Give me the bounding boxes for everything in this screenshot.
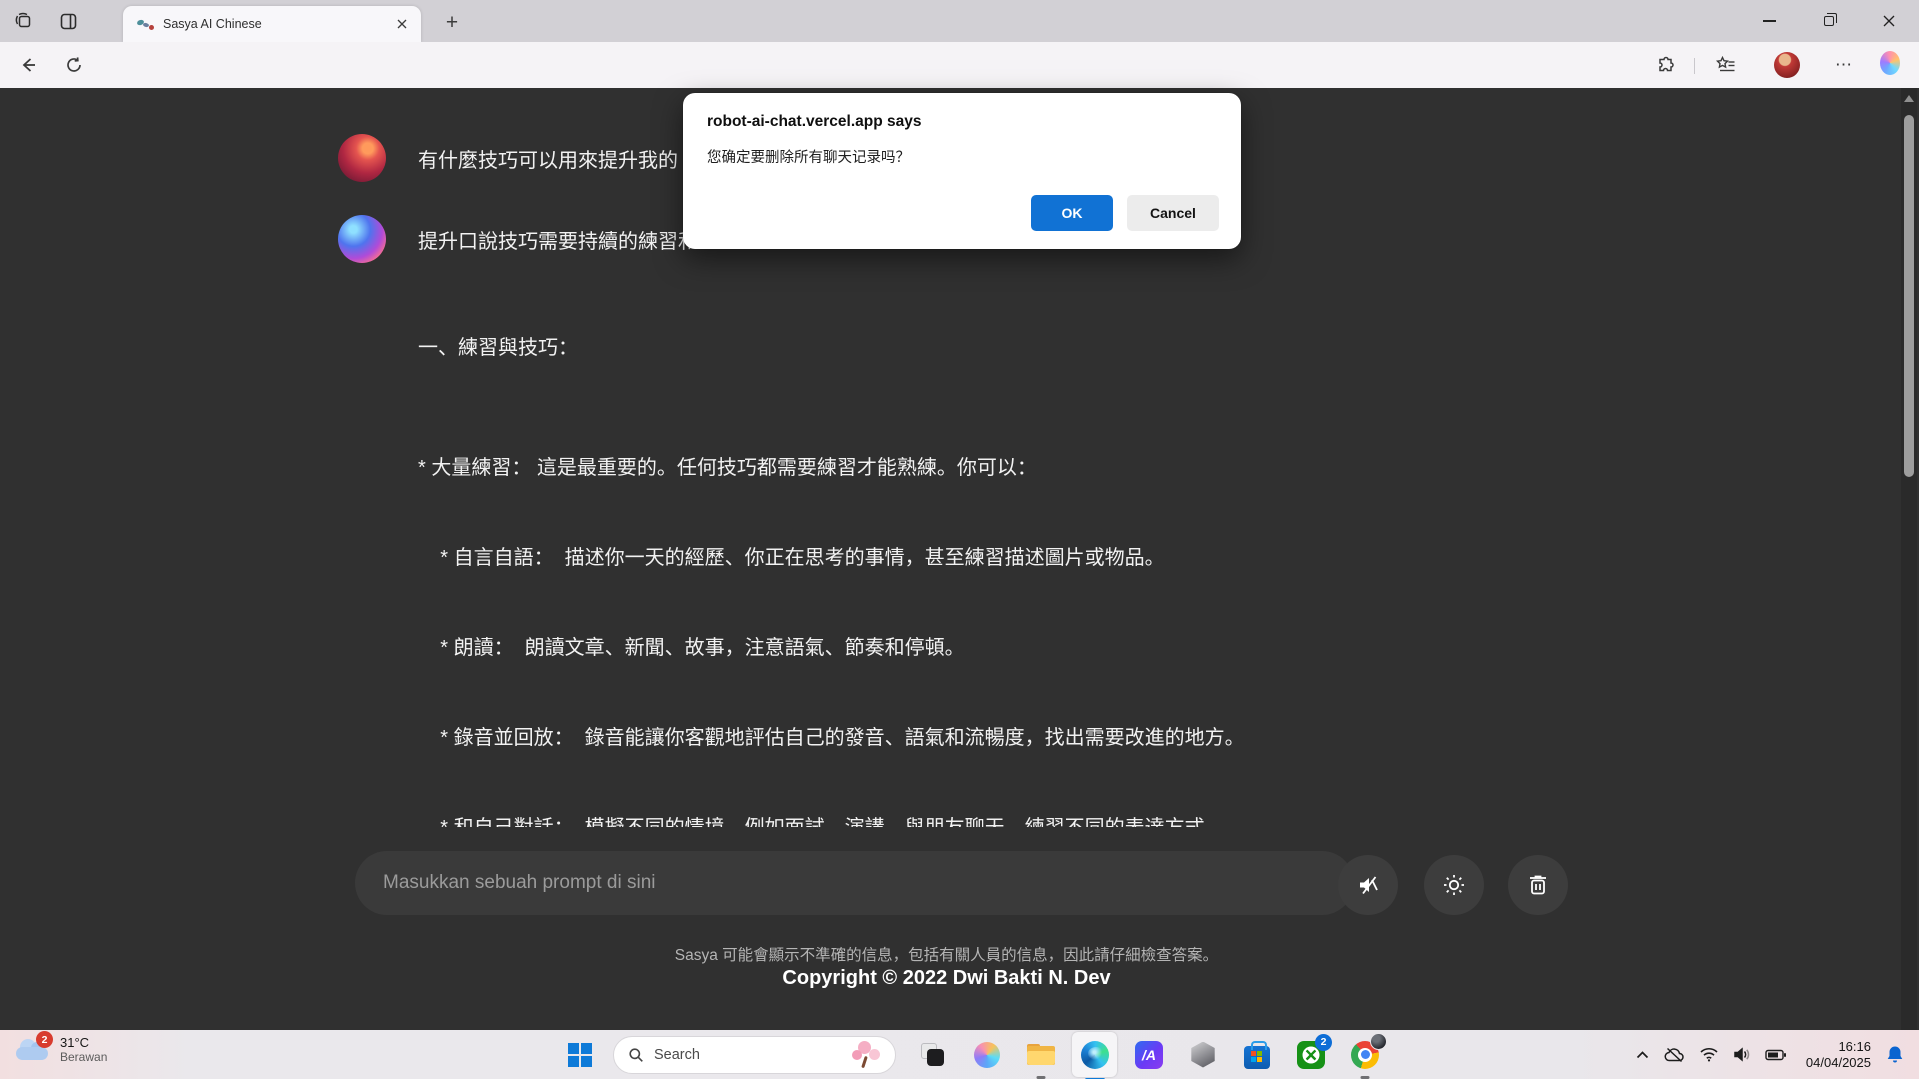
system-tray: 16:16 04/04/2025 — [1628, 1030, 1911, 1079]
prompt-input[interactable] — [355, 851, 1354, 915]
browser-toolbar: https://robot-ai-chat.vercel.app/Chinese… — [0, 42, 1919, 123]
running-indicator — [1036, 1075, 1046, 1079]
paragraph: * 大量練習： 這是最重要的。任何技巧都需要練習才能熟練。你可以： — [418, 457, 1037, 479]
folder-icon — [1027, 1043, 1055, 1066]
task-view-icon — [921, 1042, 945, 1067]
clear-chat-button[interactable] — [1508, 855, 1568, 915]
volume-icon[interactable] — [1733, 1047, 1751, 1062]
windows-logo-icon — [568, 1042, 592, 1067]
paragraph: * 和自己對話： 模擬不同的情境，例如面試、演講、與朋友聊天，練習不同的表達方式… — [418, 813, 1586, 827]
desktop-screen: Sasya AI Chinese + https://robot-ai-chat… — [0, 0, 1919, 1079]
file-explorer-button[interactable] — [1026, 1040, 1056, 1079]
tab-actions-icon[interactable] — [56, 9, 80, 33]
speaker-muted-icon — [1360, 876, 1378, 895]
battery-icon[interactable] — [1765, 1049, 1787, 1061]
copilot-taskbar-button[interactable] — [972, 1040, 1002, 1070]
hexagon-app-icon — [1191, 1041, 1215, 1068]
window-controls — [1739, 0, 1919, 42]
onedrive-offline-icon[interactable] — [1664, 1047, 1685, 1063]
dialog-message: 您确定要删除所有聊天记录吗？ — [707, 150, 910, 166]
theme-toggle-button[interactable] — [1424, 855, 1484, 915]
bot-message-text: 提升口說技巧需要持續的練習和 — [418, 230, 698, 253]
paragraph: * 朗讀： 朗讀文章、新聞、故事，注意語氣、節奏和停頓。 — [418, 637, 965, 659]
close-button[interactable] — [1859, 0, 1919, 42]
blossom-icon — [849, 1040, 883, 1070]
notification-bell-icon[interactable] — [1886, 1045, 1904, 1064]
taskbar-center: Search /A 2 — [553, 1030, 1392, 1079]
settings-menu-icon[interactable]: ⋯ — [1834, 55, 1854, 75]
chat-message-bot: 提升口說技巧需要持續的練習和 — [338, 215, 698, 263]
wifi-icon[interactable] — [1699, 1047, 1719, 1062]
hexagon-app-button[interactable] — [1188, 1040, 1218, 1070]
tab-title: Sasya AI Chinese — [163, 17, 262, 31]
xbox-button[interactable]: 2 — [1296, 1033, 1332, 1070]
browser-tab[interactable]: Sasya AI Chinese — [123, 6, 421, 42]
favorites-icon[interactable] — [1716, 55, 1736, 75]
copilot-icon[interactable] — [1880, 51, 1900, 75]
scrollbar-thumb[interactable] — [1904, 115, 1914, 477]
tray-date: 04/04/2025 — [1805, 1054, 1871, 1070]
taskbar-search[interactable]: Search — [613, 1035, 896, 1074]
trash-icon — [1530, 875, 1546, 895]
restore-button[interactable] — [1799, 0, 1859, 42]
task-view-button[interactable] — [918, 1040, 948, 1070]
copyright-text: Copyright © 2022 Dwi Bakti N. Dev — [782, 967, 1111, 989]
minimize-button[interactable] — [1739, 0, 1799, 42]
dialog-buttons: OK Cancel — [707, 195, 1219, 231]
weather-temp: 31°C — [60, 1034, 90, 1050]
new-tab-button[interactable]: + — [437, 8, 467, 38]
cloud-weather-icon: 2 — [14, 1031, 53, 1064]
weather-widget[interactable]: 2 31°C Berawan — [14, 1031, 108, 1064]
tab-strip: Sasya AI Chinese + — [0, 0, 1919, 42]
weather-desc: Berawan — [60, 1049, 108, 1064]
profile-avatar[interactable] — [1774, 52, 1800, 78]
sun-icon — [1444, 875, 1464, 895]
dialog-title: robot-ai-chat.vercel.app says — [707, 113, 922, 130]
copilot-taskbar-icon — [974, 1041, 1000, 1068]
tray-time: 16:16 — [1838, 1038, 1871, 1054]
running-indicator — [1360, 1075, 1370, 1079]
paragraph: * 錄音並回放： 錄音能讓你客觀地評估自己的發音、語氣和流暢度，找出需要改進的地… — [418, 727, 1245, 749]
refresh-icon[interactable] — [64, 55, 84, 75]
chrome-profile-overlay — [1370, 1032, 1387, 1050]
edge-icon — [1081, 1040, 1109, 1069]
user-avatar — [338, 134, 386, 182]
xbox-badge: 2 — [1315, 1033, 1332, 1051]
tab-favicon-icon — [136, 17, 155, 31]
cancel-button[interactable]: Cancel — [1127, 195, 1219, 231]
microsoft-store-button[interactable] — [1242, 1040, 1272, 1070]
scrollbar-up-arrow[interactable] — [1904, 95, 1914, 102]
bot-message-body: 一、練習與技巧： * 大量練習： 這是最重要的。任何技巧都需要練習才能熟練。你可… — [418, 273, 1586, 827]
disclaimer-text: Sasya 可能會顯示不準確的信息，包括有關人員的信息，因此請仔細檢查答案。 — [674, 947, 1219, 964]
back-icon[interactable] — [18, 55, 38, 75]
edge-taskbar-button[interactable] — [1072, 1031, 1117, 1079]
taskbar: 2 31°C Berawan Search /A 2 16:16 04/04/2… — [0, 1030, 1919, 1079]
store-icon — [1244, 1040, 1270, 1069]
paragraph: * 自言自語： 描述你一天的經歷、你正在思考的事情，甚至練習描述圖片或物品。 — [418, 547, 1165, 569]
tray-chevron-icon[interactable] — [1635, 1050, 1650, 1060]
workspaces-icon[interactable] — [12, 9, 36, 33]
paragraph: 一、練習與技巧： — [418, 337, 578, 359]
alight-motion-button[interactable]: /A — [1134, 1040, 1164, 1070]
page-scrollbar[interactable] — [1901, 88, 1917, 1030]
mute-button[interactable] — [1338, 855, 1398, 915]
search-icon — [629, 1047, 643, 1062]
tab-close-icon[interactable] — [393, 15, 411, 33]
toolbar-divider — [1694, 58, 1695, 74]
ok-button[interactable]: OK — [1031, 195, 1113, 231]
bot-avatar — [338, 215, 386, 263]
chrome-button[interactable] — [1350, 1032, 1387, 1079]
search-label: Search — [654, 1046, 700, 1063]
chat-message-user: 有什麼技巧可以用來提升我的 — [338, 134, 678, 182]
start-button[interactable] — [565, 1040, 595, 1070]
slash-a-app-icon: /A — [1135, 1040, 1163, 1069]
extensions-icon[interactable] — [1656, 55, 1676, 75]
tray-clock[interactable]: 16:16 04/04/2025 — [1806, 1039, 1871, 1071]
weather-badge: 2 — [36, 1031, 53, 1048]
user-message-text: 有什麼技巧可以用來提升我的 — [418, 149, 678, 172]
confirm-dialog: robot-ai-chat.vercel.app says 您确定要删除所有聊天… — [683, 93, 1241, 249]
